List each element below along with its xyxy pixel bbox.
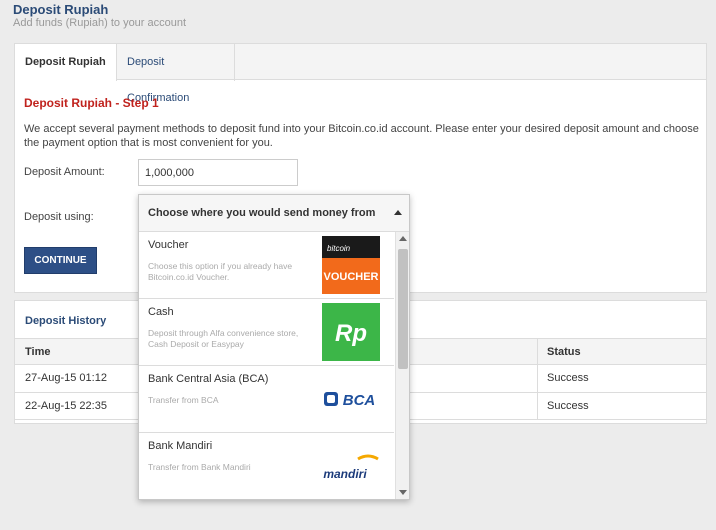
option-mandiri[interactable]: Bank Mandiri Transfer from Bank Mandiri … bbox=[139, 433, 394, 499]
tab-deposit-rupiah[interactable]: Deposit Rupiah bbox=[15, 44, 117, 81]
scroll-up-arrow-icon[interactable] bbox=[399, 236, 407, 241]
logo-text: BCA bbox=[343, 392, 376, 409]
logo-text: mandiri bbox=[323, 467, 367, 481]
page-subtitle: Add funds (Rupiah) to your account bbox=[13, 17, 187, 29]
column-header-time: Time bbox=[25, 346, 51, 358]
deposit-history-title: Deposit History bbox=[25, 315, 107, 327]
column-divider bbox=[537, 393, 538, 419]
option-description: Deposit through Alfa convenience store, … bbox=[148, 328, 299, 349]
logo-small-text: bitcoin bbox=[327, 244, 351, 253]
row-time: 27-Aug-15 01:12 bbox=[25, 372, 107, 384]
caret-up-icon bbox=[394, 210, 402, 215]
option-name: Cash bbox=[148, 306, 174, 318]
option-description: Transfer from Bank Mandiri bbox=[148, 462, 251, 472]
tabs-bar: Deposit Rupiah Deposit Confirmation bbox=[15, 44, 706, 104]
deposit-method-dropdown[interactable]: Choose where you would send money from V… bbox=[138, 194, 410, 500]
deposit-amount-input[interactable] bbox=[138, 159, 298, 186]
column-divider bbox=[537, 365, 538, 392]
deposit-amount-label: Deposit Amount: bbox=[24, 166, 105, 178]
intro-text: We accept several payment methods to dep… bbox=[24, 123, 699, 149]
option-cash[interactable]: Cash Deposit through Alfa convenience st… bbox=[139, 299, 394, 366]
dropdown-trigger[interactable]: Choose where you would send money from bbox=[139, 195, 409, 232]
deposit-using-label: Deposit using: bbox=[24, 211, 94, 223]
page-title: Deposit Rupiah bbox=[13, 2, 109, 17]
bitcoin-voucher-logo-icon: bitcoin VOUCHER bbox=[322, 236, 380, 294]
column-divider bbox=[537, 339, 538, 364]
mandiri-logo-icon: mandiri bbox=[323, 454, 379, 481]
option-description: Transfer from BCA bbox=[148, 395, 219, 405]
dropdown-placeholder: Choose where you would send money from bbox=[148, 207, 376, 219]
bca-logo-icon: BCA bbox=[324, 392, 376, 409]
row-time: 22-Aug-15 22:35 bbox=[25, 400, 107, 412]
logo-text: VOUCHER bbox=[323, 271, 378, 283]
dropdown-scrollbar[interactable] bbox=[395, 232, 409, 499]
option-name: Voucher bbox=[148, 239, 189, 251]
row-status: Success bbox=[547, 400, 589, 412]
option-voucher[interactable]: Voucher Choose this option if you alread… bbox=[139, 232, 394, 299]
option-bca[interactable]: Bank Central Asia (BCA) Transfer from BC… bbox=[139, 366, 394, 433]
column-header-status: Status bbox=[547, 346, 581, 358]
dropdown-options-list: Voucher Choose this option if you alread… bbox=[139, 232, 394, 499]
continue-button[interactable]: CONTINUE bbox=[24, 247, 97, 274]
page-header: Deposit Rupiah Add funds (Rupiah) to you… bbox=[0, 0, 716, 35]
scroll-down-arrow-icon[interactable] bbox=[399, 490, 407, 495]
tab-deposit-confirmation[interactable]: Deposit Confirmation bbox=[117, 44, 235, 104]
row-status: Success bbox=[547, 372, 589, 384]
rp-logo-icon: Rp bbox=[322, 303, 380, 361]
logo-text: Rp bbox=[335, 320, 367, 347]
scrollbar-thumb[interactable] bbox=[398, 249, 408, 369]
option-name: Bank Central Asia (BCA) bbox=[148, 373, 269, 385]
option-description: Choose this option if you already have B… bbox=[148, 261, 293, 282]
step-title: Deposit Rupiah - Step 1 bbox=[24, 96, 159, 110]
option-name: Bank Mandiri bbox=[148, 440, 213, 452]
